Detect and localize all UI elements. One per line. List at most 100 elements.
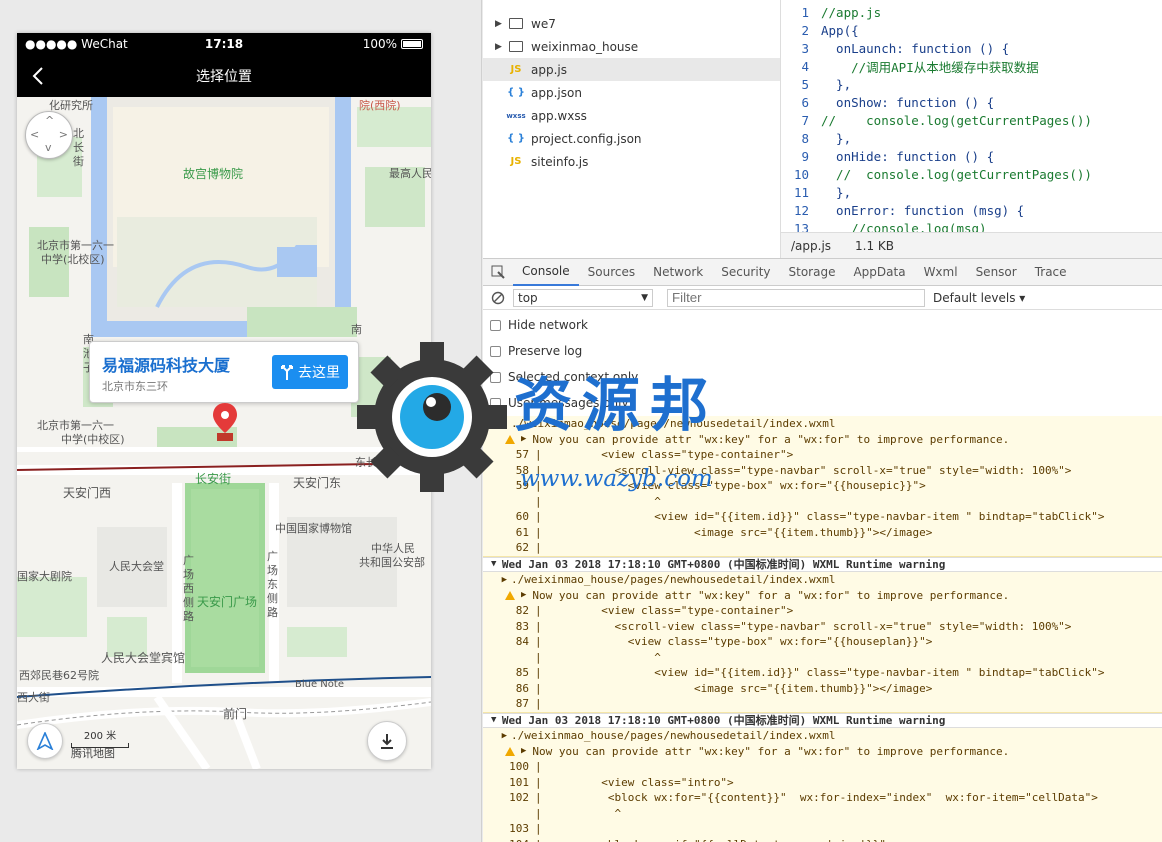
source-code: <scroll-view class="type-navbar" scroll-… (548, 619, 1072, 633)
clock: 17:18 (204, 37, 244, 51)
go-here-button[interactable]: 去这里 (272, 355, 348, 389)
filter-input[interactable] (667, 288, 925, 307)
devtools-tabs: Console Sources Network Security Storage… (483, 258, 1162, 286)
warning-path-row[interactable]: ▶./weixinmao_house/pages/newhousedetail/… (483, 572, 1162, 588)
js-file-icon: JS (510, 156, 522, 167)
file-tree: ▶ we7 ▶ weixinmao_house JS app.js { } ap… (483, 0, 781, 258)
warning-path-row[interactable]: ▶./weixinmao_house/pages/newhousedetail/… (483, 728, 1162, 744)
tree-item-we7[interactable]: ▶ we7 (483, 12, 780, 35)
tab-sensor[interactable]: Sensor (967, 258, 1026, 286)
map-label: 中国国家博物馆 (275, 522, 352, 535)
line-number: 4 (801, 58, 809, 74)
source-code: <view class="type-box" wx:for="{{housepl… (548, 635, 933, 649)
clear-console-icon[interactable] (491, 291, 505, 305)
tab-storage[interactable]: Storage (780, 258, 845, 286)
location-pin-icon[interactable] (212, 403, 238, 443)
code-line: 6 onShow: function () { (781, 93, 1162, 111)
line-number: 10 (793, 166, 809, 182)
expand-arrow-icon[interactable]: ▶ (483, 731, 511, 741)
code-line: 12 onError: function (msg) { (781, 201, 1162, 219)
source-line: 102 > | <block wx:for="{{content}}" wx:for… (483, 790, 1162, 806)
line-number: 8 (801, 130, 809, 146)
expand-arrow-icon[interactable]: ▶ (495, 42, 507, 52)
levels-dropdown[interactable]: Default levels ▾ (933, 291, 1025, 305)
tree-item-app-js[interactable]: JS app.js (483, 58, 780, 81)
code-line: 7 // console.log(getCurrentPages()) (781, 111, 1162, 129)
code-line: 9 onHide: function () { (781, 147, 1162, 165)
map-label: 最高人民 (389, 167, 431, 180)
expand-arrow-icon[interactable]: ▶ (495, 19, 507, 29)
code-text: // console.log(getCurrentPages()) (821, 166, 1092, 182)
route-icon (281, 365, 293, 380)
line-number: 2 (801, 22, 809, 38)
wxss-file-icon: wxss (506, 111, 526, 120)
source-line-number: 62 (515, 541, 529, 555)
source-line-number: 85 (515, 666, 529, 680)
warning-message-row[interactable]: ▶ Now you can provide attr "wx:key" for a… (483, 744, 1162, 760)
chevron-down-icon: ▼ (641, 292, 648, 303)
tab-sources[interactable]: Sources (579, 258, 644, 286)
tree-item-siteinfo-js[interactable]: JS siteinfo.js (483, 150, 780, 173)
download-button[interactable] (367, 721, 407, 761)
scale-label: 200 米 (83, 731, 117, 742)
location-popup[interactable]: 易福源码科技大厦 北京市东三环 去这里 (89, 341, 359, 403)
back-arrow-icon[interactable] (25, 63, 51, 89)
tab-security[interactable]: Security (712, 258, 779, 286)
log-group-header[interactable]: ▼ Wed Jan 03 2018 17:18:10 GMT+0800 (中国标… (483, 712, 1162, 728)
watermark-gear-logo (357, 342, 507, 492)
tree-item-app-wxss[interactable]: wxss app.wxss (483, 104, 780, 127)
tab-wxml[interactable]: Wxml (915, 258, 967, 286)
gutter-bar: | (535, 525, 549, 539)
my-location-button[interactable] (27, 723, 63, 759)
context-select[interactable]: top ▼ (513, 288, 653, 307)
inspect-element-icon[interactable] (483, 258, 513, 286)
tab-trace[interactable]: Trace (1026, 258, 1076, 286)
collapse-arrow-icon[interactable]: ▼ (491, 715, 502, 725)
source-line: 101 | <view class="intro"> (483, 775, 1162, 791)
collapse-arrow-icon[interactable]: ▼ (491, 559, 502, 569)
source-code: <block wx:if="{{cellData.type == 'view'}… (548, 838, 892, 842)
line-number: 13 (793, 220, 809, 233)
line-number: 6 (801, 94, 809, 110)
source-line-number: 100 (509, 760, 529, 774)
source-line: 104| <block wx:if="{{cellData.type == 'v… (483, 837, 1162, 842)
source-line-number: 86 (515, 681, 529, 695)
warning-message: Now you can provide attr "wx:key" for a … (532, 588, 1010, 602)
source-line-number: 103 (509, 822, 529, 836)
map-brand: 腾讯地图 (71, 747, 115, 760)
tab-appdata[interactable]: AppData (844, 258, 914, 286)
code-text: //app.js (821, 4, 882, 20)
warning-path[interactable]: ./weixinmao_house/pages/newhousedetail/i… (511, 573, 836, 586)
map-label-square: 天安门广场 (197, 595, 258, 609)
expand-arrow-icon[interactable]: ▶ (521, 590, 532, 600)
status-file: /app.js (791, 238, 832, 253)
code-editor[interactable]: 1//app.js 2 App({3 onLaunch: function () {… (781, 0, 1162, 232)
tree-item-label: app.js (531, 62, 567, 77)
tree-item-project-config[interactable]: { } project.config.json (483, 127, 780, 150)
log-group-header[interactable]: ▼ Wed Jan 03 2018 17:18:10 GMT+0800 (中国标… (483, 556, 1162, 572)
expand-arrow-icon[interactable]: ▶ (521, 746, 532, 756)
tab-network[interactable]: Network (644, 258, 712, 286)
warning-message: Now you can provide attr "wx:key" for a … (532, 744, 1010, 758)
map-label: 院(西院) (359, 99, 401, 112)
source-code: <view class="intro"> (548, 775, 734, 789)
map-label: 西郊民巷62号院 (19, 669, 99, 682)
expand-arrow-icon[interactable]: ▶ (483, 575, 511, 585)
tree-item-weixinmao-house[interactable]: ▶ weixinmao_house (483, 35, 780, 58)
tab-console[interactable]: Console (513, 258, 579, 286)
gutter-bar: | (535, 510, 549, 524)
popup-title: 易福源码科技大厦 (102, 356, 231, 375)
option-hide-network[interactable]: Hide network (483, 312, 1162, 338)
warning-path[interactable]: ./weixinmao_house/pages/newhousedetail/i… (511, 729, 836, 742)
gutter-bar: | (535, 791, 549, 805)
map-zoom-pan-control[interactable]: ^ < > v (25, 111, 73, 159)
gutter-bar: | (535, 604, 549, 618)
tree-item-app-json[interactable]: { } app.json (483, 81, 780, 104)
map-label: 共和国公安部 (359, 556, 425, 569)
checkbox[interactable] (490, 319, 501, 331)
map-label: 路 (267, 606, 278, 619)
source-code: ^ (548, 650, 661, 664)
code-line: 3 onLaunch: function () { (781, 39, 1162, 57)
warning-message-row[interactable]: ▶ Now you can provide attr "wx:key" for a… (483, 588, 1162, 604)
gutter-bar: | (535, 838, 548, 842)
